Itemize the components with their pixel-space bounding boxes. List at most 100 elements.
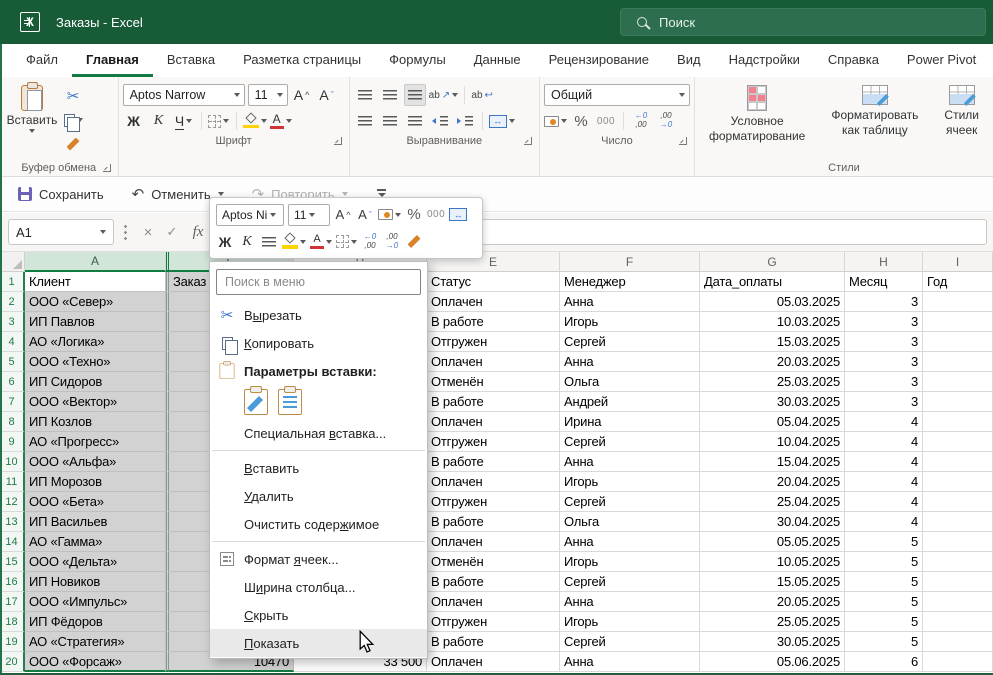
cell-I6[interactable] [923,372,993,392]
cell-H6[interactable]: 3 [845,372,923,392]
tab-help[interactable]: Справка [814,44,893,77]
copy-button[interactable] [62,109,84,131]
cell-E1[interactable]: Статус [427,272,560,292]
cell-I15[interactable] [923,552,993,572]
cell-H17[interactable]: 5 [845,592,923,612]
tab-add-ins[interactable]: Надстройки [715,44,814,77]
cell-A20[interactable]: ООО «Форсаж» [25,652,166,672]
titlebar-search[interactable]: Поиск [620,8,986,36]
fill-color-button[interactable] [243,110,267,132]
select-all-corner[interactable] [0,252,25,272]
cell-G18[interactable]: 25.05.2025 [700,612,845,632]
menu-item-hide[interactable]: Скрыть [210,601,427,629]
cell-F7[interactable]: Андрей [560,392,700,412]
mini-accounting-button[interactable] [378,204,401,225]
row-header-18[interactable]: 18 [0,612,25,632]
dialog-launcher-icon[interactable] [679,137,687,145]
cell-F10[interactable]: Анна [560,452,700,472]
cell-G14[interactable]: 05.05.2025 [700,532,845,552]
comma-style-button[interactable]: 000 [595,110,617,132]
mini-percent-button[interactable]: % [405,204,423,225]
cell-A14[interactable]: АО «Гамма» [25,532,166,552]
cell-E8[interactable]: Оплачен [427,412,560,432]
borders-button[interactable] [208,110,230,132]
cell-I18[interactable] [923,612,993,632]
cell-E20[interactable]: Оплачен [427,652,560,672]
menu-item-column-width[interactable]: Ширина столбца... [210,573,427,601]
row-header-4[interactable]: 4 [0,332,25,352]
paste-button[interactable]: Вставить [4,81,60,133]
cell-F8[interactable]: Ирина [560,412,700,432]
mini-borders-button[interactable] [336,231,357,252]
cell-E12[interactable]: Отгружен [427,492,560,512]
cell-A1[interactable]: Клиент [25,272,166,292]
row-header-16[interactable]: 16 [0,572,25,592]
menu-item-unhide[interactable]: Показать [210,629,427,657]
menu-item-format-cells[interactable]: Формат ячеек... [210,545,427,573]
cell-H10[interactable]: 4 [845,452,923,472]
mini-grow-font-button[interactable]: А^ [334,204,352,225]
menu-item-clear-contents[interactable]: Очистить содержимое [210,510,427,538]
row-header-14[interactable]: 14 [0,532,25,552]
cell-F13[interactable]: Ольга [560,512,700,532]
cell-H2[interactable]: 3 [845,292,923,312]
dialog-launcher-icon[interactable] [103,164,111,172]
cell-E9[interactable]: Отгружен [427,432,560,452]
cell-H7[interactable]: 3 [845,392,923,412]
paste-keep-formatting-icon[interactable] [244,389,268,415]
menu-item-insert[interactable]: Вставить [210,454,427,482]
mini-fill-color-button[interactable] [282,231,306,252]
cell-G11[interactable]: 20.04.2025 [700,472,845,492]
cell-G13[interactable]: 30.04.2025 [700,512,845,532]
cell-A15[interactable]: ООО «Дельта» [25,552,166,572]
mini-increase-decimal-button[interactable]: ←0,00 [361,231,379,252]
cell-G9[interactable]: 10.04.2025 [700,432,845,452]
cell-E15[interactable]: Отменён [427,552,560,572]
bold-button[interactable]: Ж [123,110,145,132]
mini-font-color-button[interactable]: А [310,231,332,252]
orientation-button[interactable]: ab↗ [429,84,459,106]
align-left-button[interactable] [354,110,376,132]
align-bottom-button[interactable] [404,84,426,106]
align-right-button[interactable] [404,110,426,132]
italic-button[interactable]: К [148,110,170,132]
cell-G4[interactable]: 15.03.2025 [700,332,845,352]
cell-A19[interactable]: АО «Стратегия» [25,632,166,652]
cell-F16[interactable]: Сергей [560,572,700,592]
cell-F14[interactable]: Анна [560,532,700,552]
cell-G19[interactable]: 30.05.2025 [700,632,845,652]
cell-I2[interactable] [923,292,993,312]
mini-font-name-select[interactable]: Aptos Ni [216,204,284,226]
cell-G10[interactable]: 15.04.2025 [700,452,845,472]
row-header-6[interactable]: 6 [0,372,25,392]
cell-G3[interactable]: 10.03.2025 [700,312,845,332]
cell-A3[interactable]: ИП Павлов [25,312,166,332]
row-header-13[interactable]: 13 [0,512,25,532]
shrink-font-button[interactable]: Аˇ [316,84,338,106]
row-header-17[interactable]: 17 [0,592,25,612]
menu-item-paste-special[interactable]: Специальная вставка... [210,419,427,447]
tab-power-pivot[interactable]: Power Pivot [893,44,990,77]
tab-formulas[interactable]: Формулы [375,44,460,77]
cell-I7[interactable] [923,392,993,412]
format-painter-button[interactable] [62,133,84,155]
column-header-H[interactable]: H [845,252,923,272]
mini-comma-button[interactable]: 000 [427,204,445,225]
cell-F17[interactable]: Анна [560,592,700,612]
cell-I17[interactable] [923,592,993,612]
cell-A18[interactable]: ИП Фёдоров [25,612,166,632]
cell-H11[interactable]: 4 [845,472,923,492]
name-box-splitter[interactable] [124,223,127,241]
cell-A4[interactable]: АО «Логика» [25,332,166,352]
cell-I14[interactable] [923,532,993,552]
column-header-G[interactable]: G [700,252,845,272]
cell-F12[interactable]: Сергей [560,492,700,512]
cell-A10[interactable]: ООО «Альфа» [25,452,166,472]
cell-I20[interactable] [923,652,993,672]
cell-A11[interactable]: ИП Морозов [25,472,166,492]
row-header-19[interactable]: 19 [0,632,25,652]
cell-E5[interactable]: Оплачен [427,352,560,372]
confirm-entry-button[interactable]: ✓ [160,219,184,245]
cut-button[interactable]: ✂ [62,85,84,107]
cell-G20[interactable]: 05.06.2025 [700,652,845,672]
